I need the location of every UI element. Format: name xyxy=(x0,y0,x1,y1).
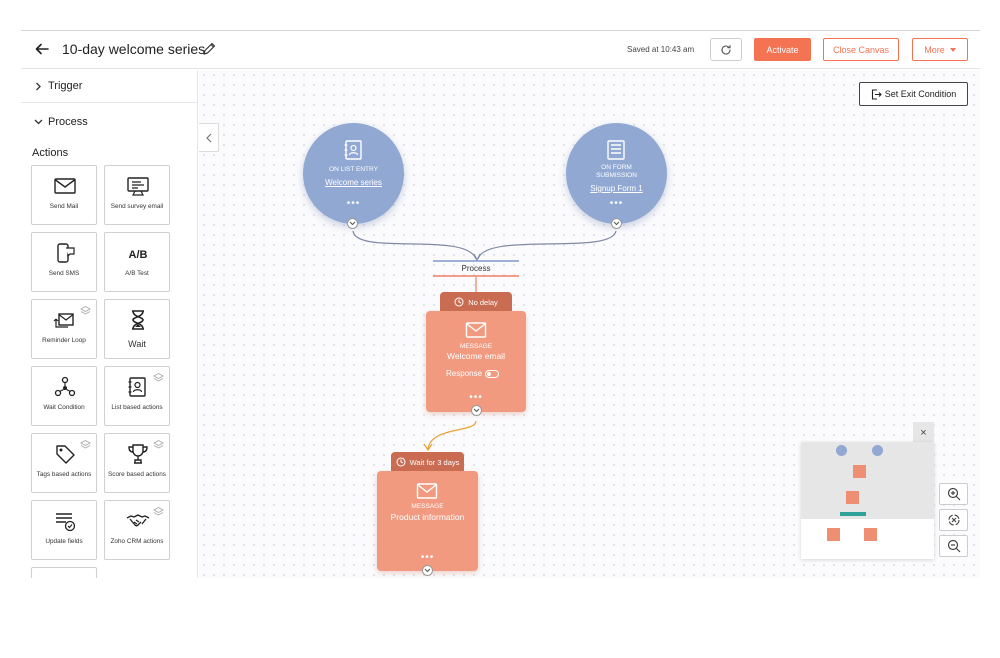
minimap-message-node xyxy=(853,465,866,478)
zoom-out-button[interactable] xyxy=(939,535,968,557)
message-type: MESSAGE xyxy=(459,343,493,350)
node-menu-dots[interactable]: ••• xyxy=(566,199,667,209)
trigger-name-link[interactable]: Signup Form 1 xyxy=(566,184,667,193)
trigger-name-link[interactable]: Welcome series xyxy=(303,178,404,187)
node-menu-dots[interactable]: ••• xyxy=(426,393,526,403)
zoom-in-icon xyxy=(947,487,960,501)
expand-toggle[interactable] xyxy=(422,565,433,576)
chevron-down-icon xyxy=(613,221,620,226)
zoom-out-icon xyxy=(947,539,960,553)
expand-toggle[interactable] xyxy=(471,405,482,416)
minimap-trigger-node xyxy=(836,445,847,456)
minimap-viewport[interactable] xyxy=(801,442,934,519)
trigger-node-list-entry[interactable]: ON LIST ENTRY Welcome series ••• xyxy=(303,123,404,224)
chevron-down-icon xyxy=(424,568,431,573)
minimap-message-node xyxy=(827,528,840,541)
clock-icon xyxy=(396,457,406,467)
delay-label: No delay xyxy=(468,297,498,307)
minimap-trigger-node xyxy=(872,445,883,456)
delay-tab-wait-3-days[interactable]: Wait for 3 days xyxy=(391,452,464,472)
message-node-welcome-email[interactable]: MESSAGE Welcome email Response ••• xyxy=(426,311,526,412)
node-menu-dots[interactable]: ••• xyxy=(377,553,478,563)
minimap-close-button[interactable]: × xyxy=(913,422,934,443)
minimap-message-node xyxy=(846,491,859,504)
response-label: Response xyxy=(446,369,483,378)
expand-toggle[interactable] xyxy=(347,218,358,229)
minimap-message-node xyxy=(864,528,877,541)
process-divider-label: Process xyxy=(461,264,491,273)
message-name: Welcome email xyxy=(447,351,505,361)
response-toggle-row[interactable]: Response xyxy=(446,369,500,378)
message-name: Product information xyxy=(390,512,465,522)
chevron-down-icon xyxy=(349,221,356,226)
trigger-node-form-submission[interactable]: ON FORM SUBMISSION Signup Form 1 ••• xyxy=(566,123,667,224)
delay-tab-no-delay[interactable]: No delay xyxy=(440,292,512,312)
clock-icon xyxy=(454,297,464,307)
zoom-reset-icon xyxy=(947,514,960,526)
form-icon xyxy=(607,140,625,160)
zoom-reset-button[interactable] xyxy=(939,509,968,531)
zoom-in-button[interactable] xyxy=(939,483,968,505)
minimap-process-bar xyxy=(840,512,866,516)
chevron-down-icon xyxy=(473,408,480,413)
expand-toggle[interactable] xyxy=(611,218,622,229)
message-type: MESSAGE xyxy=(411,503,444,510)
mail-icon xyxy=(465,322,487,338)
trigger-type-line1: ON FORM xyxy=(601,164,632,171)
response-toggle[interactable] xyxy=(485,369,500,378)
minimap[interactable] xyxy=(801,442,934,559)
mail-icon xyxy=(416,483,438,499)
trigger-type: ON LIST ENTRY xyxy=(329,166,378,173)
trigger-type-line2: SUBMISSION xyxy=(596,172,637,179)
message-node-product-information[interactable]: MESSAGE Product information ••• xyxy=(377,471,478,571)
delay-label: Wait for 3 days xyxy=(409,457,460,467)
contact-book-icon xyxy=(344,140,362,160)
app-window: 10-day welcome series Saved at 10:43 am … xyxy=(21,30,980,578)
node-menu-dots[interactable]: ••• xyxy=(303,199,404,209)
